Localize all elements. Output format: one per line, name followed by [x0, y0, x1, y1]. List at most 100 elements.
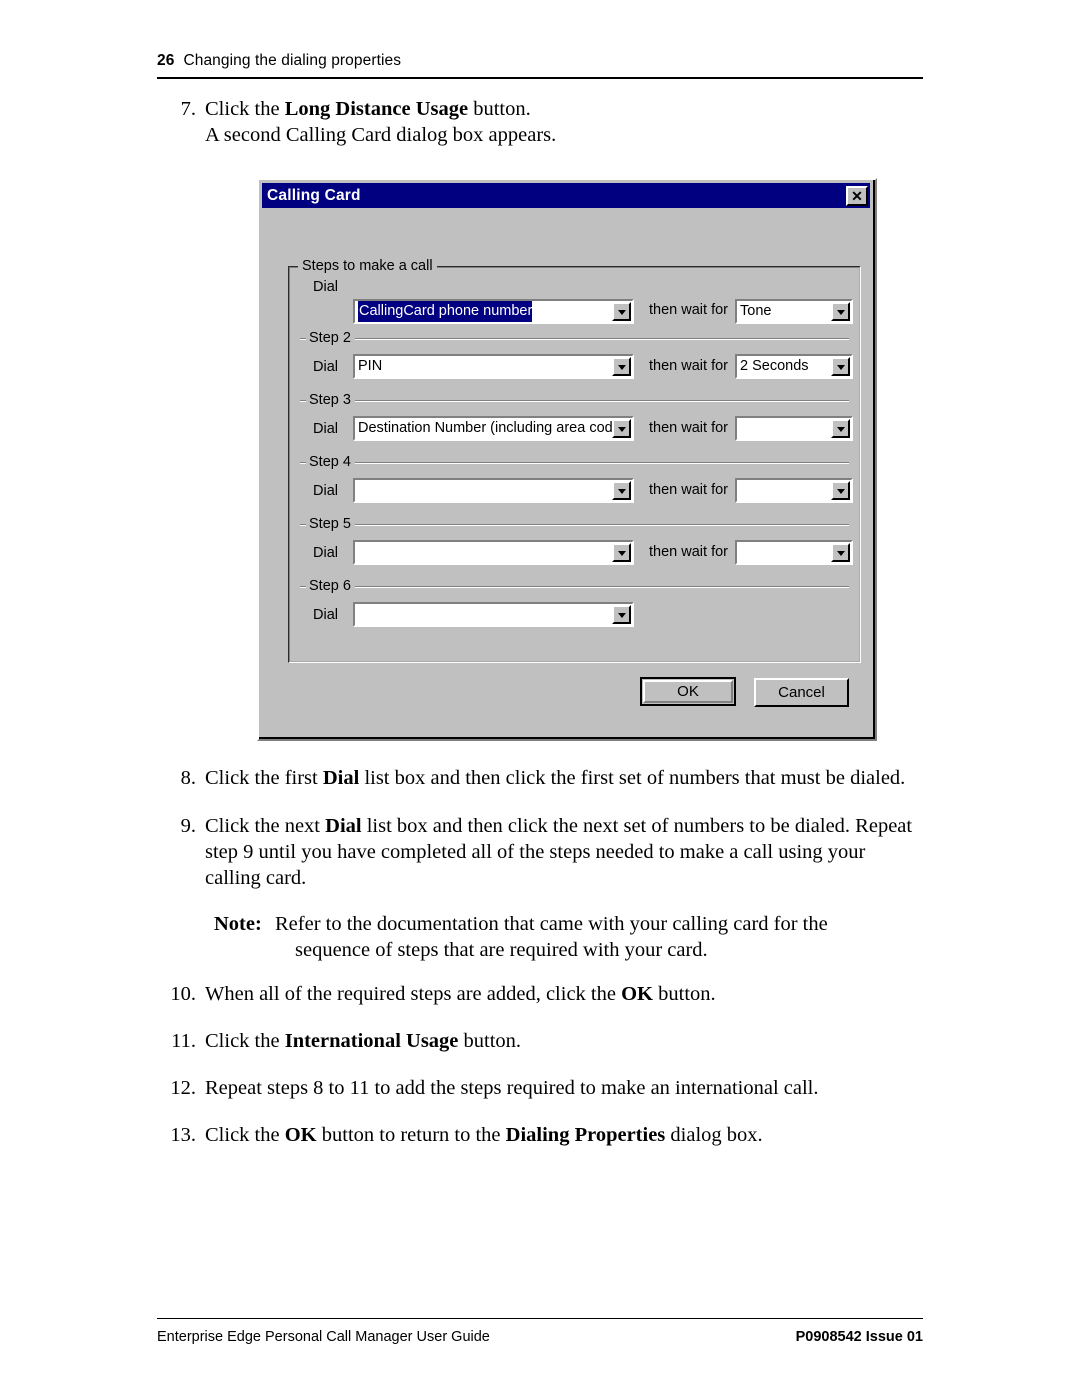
- header-row: 26 Changing the dialing properties: [157, 52, 923, 77]
- wait-combobox-5[interactable]: [735, 540, 853, 565]
- chevron-down-icon[interactable]: [612, 357, 631, 376]
- step13-bold2: Dialing Properties: [505, 1124, 666, 1146]
- step8-pre: Click the first: [205, 767, 323, 789]
- chevron-down-icon[interactable]: [612, 481, 631, 500]
- dial-combobox-2[interactable]: PIN: [353, 354, 634, 379]
- step-separator-6: Step 6: [300, 579, 849, 594]
- step-separator-line: [300, 524, 849, 526]
- wait-label-5: then wait for: [649, 544, 728, 560]
- cancel-button[interactable]: Cancel: [754, 678, 849, 707]
- step11-bold: International Usage: [284, 1030, 459, 1052]
- page-header: 26 Changing the dialing properties: [157, 52, 923, 79]
- chevron-down-icon[interactable]: [831, 543, 850, 562]
- note-line2: sequence of steps that are required with…: [295, 939, 708, 961]
- chevron-down-icon[interactable]: [831, 357, 850, 376]
- step-separator-line: [300, 462, 849, 464]
- step-number: 11.: [171, 1030, 196, 1052]
- footer-row: Enterprise Edge Personal Call Manager Us…: [157, 1319, 923, 1345]
- chevron-down-icon[interactable]: [612, 543, 631, 562]
- step11-post: button.: [458, 1030, 522, 1052]
- step-separator-2: Step 2: [300, 331, 849, 346]
- chevron-down-icon[interactable]: [612, 302, 631, 321]
- ok-button-inner: OK: [643, 680, 733, 703]
- ok-button[interactable]: OK: [640, 677, 736, 706]
- wait-combobox-2[interactable]: 2 Seconds: [735, 354, 853, 379]
- step-item-10: 10. When all of the required steps are a…: [157, 981, 923, 1007]
- step7-line2: A second Calling Card dialog box appears…: [205, 124, 557, 146]
- dialog-title: Calling Card: [267, 186, 361, 204]
- steps-groupbox: Steps to make a call Dial CallingCard ph…: [288, 258, 861, 663]
- step-row-1: Dial CallingCard phone number then wait …: [291, 279, 858, 324]
- dial-combobox-1[interactable]: CallingCard phone number: [353, 299, 634, 324]
- step-text: Click the next Dial list box and then cl…: [205, 813, 923, 891]
- step-row-3: Dial Destination Number (including area …: [291, 416, 858, 442]
- step-number: 13.: [170, 1124, 196, 1146]
- footer-guide-title: Enterprise Edge Personal Call Manager Us…: [157, 1329, 490, 1345]
- step-number: 8.: [180, 767, 196, 789]
- dial-combobox-4[interactable]: [353, 478, 634, 503]
- step-separator-line: [300, 400, 849, 402]
- step-text: Click the OK button to return to the Dia…: [205, 1122, 923, 1148]
- close-icon[interactable]: ✕: [846, 185, 868, 206]
- step-item-12: 12. Repeat steps 8 to 11 to add the step…: [157, 1075, 923, 1101]
- step12-pre: Repeat steps 8 to 11 to add the steps re…: [205, 1077, 819, 1099]
- dial-label-6: Dial: [313, 607, 338, 623]
- dial-label-1: Dial: [313, 279, 338, 295]
- header-rule: [157, 77, 923, 79]
- dial-combobox-4-value: [355, 480, 612, 501]
- wait-combobox-4[interactable]: [735, 478, 853, 503]
- step-item-9: 9. Click the next Dial list box and then…: [157, 813, 923, 891]
- dial-label-4: Dial: [313, 483, 338, 499]
- step-item-13: 13. Click the OK button to return to the…: [157, 1122, 923, 1148]
- step-separator-5: Step 5: [300, 517, 849, 532]
- dial-combobox-3-value: Destination Number (including area code): [358, 420, 612, 436]
- page-number: 26: [157, 52, 175, 69]
- document-body-lower: 8. Click the first Dial list box and the…: [157, 765, 923, 1148]
- chevron-down-icon[interactable]: [831, 302, 850, 321]
- dial-combobox-6[interactable]: [353, 602, 634, 627]
- dial-label-3: Dial: [313, 421, 338, 437]
- note-label: Note:: [214, 913, 262, 935]
- dial-combobox-5[interactable]: [353, 540, 634, 565]
- ok-button-label: OK: [677, 683, 699, 700]
- step-separator-label-2: Step 2: [306, 331, 355, 346]
- step-item-7: 7. Click the Long Distance Usage button.…: [157, 96, 923, 148]
- step-row-4: Dial then wait for: [291, 478, 858, 504]
- step9-bold: Dial: [325, 815, 362, 837]
- step-row-2: Dial PIN then wait for 2 Seconds: [291, 354, 858, 380]
- wait-combobox-1[interactable]: Tone: [735, 299, 853, 324]
- calling-card-dialog[interactable]: Calling Card ✕ Steps to make a call Dial…: [257, 178, 877, 741]
- note-block: Note: Refer to the documentation that ca…: [157, 911, 923, 963]
- wait-combobox-1-value: Tone: [740, 303, 772, 319]
- step-number: 12.: [170, 1077, 196, 1099]
- step-row-5: Dial then wait for: [291, 540, 858, 566]
- dial-combobox-3[interactable]: Destination Number (including area code): [353, 416, 634, 441]
- step11-pre: Click the: [205, 1030, 285, 1052]
- chevron-down-icon[interactable]: [612, 419, 631, 438]
- chapter-title: Changing the dialing properties: [183, 52, 402, 69]
- step13-post: dialog box.: [665, 1124, 763, 1146]
- note-line1: Refer to the documentation that came wit…: [275, 913, 828, 935]
- step-row-6: Dial: [291, 602, 858, 628]
- step-separator-label-3: Step 3: [306, 393, 355, 408]
- step13-bold: OK: [284, 1124, 317, 1146]
- step-item-11: 11. Click the International Usage button…: [157, 1028, 923, 1054]
- step10-bold: OK: [621, 983, 653, 1005]
- page-footer: Enterprise Edge Personal Call Manager Us…: [157, 1318, 923, 1345]
- wait-combobox-4-value: [737, 480, 831, 501]
- step-text: Click the first Dial list box and then c…: [205, 765, 923, 791]
- chevron-down-icon[interactable]: [831, 481, 850, 500]
- dial-combobox-1-value: CallingCard phone number: [355, 301, 612, 322]
- step-number: 7.: [180, 98, 196, 120]
- chevron-down-icon[interactable]: [831, 419, 850, 438]
- chevron-down-icon[interactable]: [612, 605, 631, 624]
- dial-combobox-6-value: [355, 604, 612, 625]
- wait-combobox-3[interactable]: [735, 416, 853, 441]
- dialog-titlebar[interactable]: Calling Card ✕: [262, 183, 870, 208]
- step-text: Click the International Usage button.: [205, 1028, 923, 1054]
- wait-combobox-5-value: [737, 542, 831, 563]
- wait-label-2: then wait for: [649, 358, 728, 374]
- wait-combobox-3-value: [737, 418, 831, 439]
- wait-label-3: then wait for: [649, 420, 728, 436]
- step-separator-label-4: Step 4: [306, 455, 355, 470]
